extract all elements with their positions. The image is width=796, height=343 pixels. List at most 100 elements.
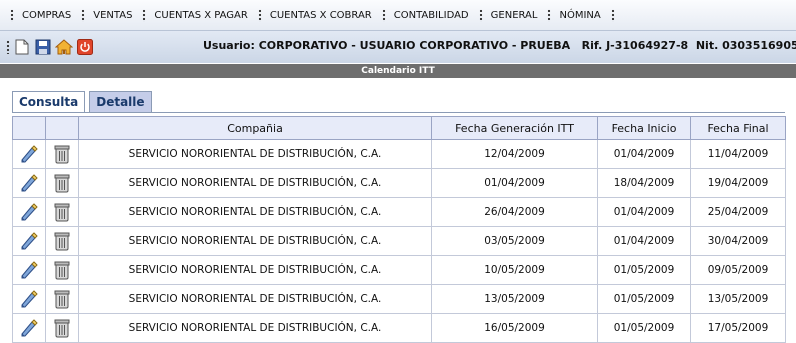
edit-cell[interactable] <box>12 226 46 256</box>
menu-separator <box>10 8 14 22</box>
menu-separator <box>478 8 483 22</box>
edit-pencil-icon[interactable] <box>13 232 45 250</box>
toolbar-grip <box>6 40 10 54</box>
cell-company: SERVICIO NORORIENTAL DE DISTRIBUCIÓN, C.… <box>78 255 432 285</box>
delete-cell[interactable] <box>45 139 79 169</box>
menu-general[interactable]: GENERAL <box>491 10 538 21</box>
delete-cell[interactable] <box>45 284 79 314</box>
menu-separator <box>547 8 552 22</box>
new-document-icon[interactable] <box>13 38 31 56</box>
edit-pencil-icon[interactable] <box>13 261 45 279</box>
user-info: Usuario: CORPORATIVO - USUARIO CORPORATI… <box>203 39 796 52</box>
trash-icon[interactable] <box>46 202 78 222</box>
cell-fecha-final: 09/05/2009 <box>690 255 786 285</box>
edit-pencil-icon[interactable] <box>13 290 45 308</box>
cell-fecha-inicio: 01/05/2009 <box>597 284 691 314</box>
page-title: Calendario ITT <box>0 64 796 78</box>
header-fecha-final[interactable]: Fecha Final <box>690 116 786 140</box>
menu-cuentas-x-pagar[interactable]: CUENTAS X PAGAR <box>154 10 247 21</box>
cell-company: SERVICIO NORORIENTAL DE DISTRIBUCIÓN, C.… <box>78 313 432 343</box>
cell-fecha-generacion: 10/05/2009 <box>431 255 598 285</box>
header-delete <box>45 116 79 140</box>
header-edit <box>12 116 46 140</box>
cell-fecha-generacion: 03/05/2009 <box>431 226 598 256</box>
cell-fecha-inicio: 18/04/2009 <box>597 168 691 198</box>
menu-separator <box>81 8 86 22</box>
menu-nomina[interactable]: NÓMINA <box>559 10 600 21</box>
table-row[interactable]: SERVICIO NORORIENTAL DE DISTRIBUCIÓN, C.… <box>12 139 786 169</box>
trash-icon[interactable] <box>46 289 78 309</box>
cell-fecha-generacion: 13/05/2009 <box>431 284 598 314</box>
menu-ventas[interactable]: VENTAS <box>93 10 132 21</box>
trash-icon[interactable] <box>46 260 78 280</box>
edit-pencil-icon[interactable] <box>13 174 45 192</box>
save-icon[interactable] <box>34 38 52 56</box>
cell-fecha-generacion: 16/05/2009 <box>431 313 598 343</box>
edit-cell[interactable] <box>12 313 46 343</box>
cell-company: SERVICIO NORORIENTAL DE DISTRIBUCIÓN, C.… <box>78 197 432 227</box>
cell-company: SERVICIO NORORIENTAL DE DISTRIBUCIÓN, C.… <box>78 139 432 169</box>
cell-fecha-final: 25/04/2009 <box>690 197 786 227</box>
cell-fecha-final: 30/04/2009 <box>690 226 786 256</box>
edit-pencil-icon[interactable] <box>13 203 45 221</box>
tab-strip: Consulta Detalle <box>12 91 152 113</box>
menu-separator <box>257 8 262 22</box>
table-row[interactable]: SERVICIO NORORIENTAL DE DISTRIBUCIÓN, C.… <box>12 255 786 285</box>
menu-separator <box>610 8 615 22</box>
tab-consulta[interactable]: Consulta <box>12 91 86 113</box>
cell-fecha-inicio: 01/04/2009 <box>597 197 691 227</box>
home-icon[interactable] <box>55 38 73 56</box>
edit-cell[interactable] <box>12 139 46 169</box>
edit-cell[interactable] <box>12 197 46 227</box>
table-row[interactable]: SERVICIO NORORIENTAL DE DISTRIBUCIÓN, C.… <box>12 168 786 198</box>
cell-company: SERVICIO NORORIENTAL DE DISTRIBUCIÓN, C.… <box>78 226 432 256</box>
delete-cell[interactable] <box>45 226 79 256</box>
delete-cell[interactable] <box>45 313 79 343</box>
cell-fecha-inicio: 01/04/2009 <box>597 139 691 169</box>
power-icon[interactable] <box>76 38 94 56</box>
delete-cell[interactable] <box>45 197 79 227</box>
cell-company: SERVICIO NORORIENTAL DE DISTRIBUCIÓN, C.… <box>78 168 432 198</box>
cell-fecha-final: 13/05/2009 <box>690 284 786 314</box>
menu-separator <box>381 8 386 22</box>
edit-pencil-icon[interactable] <box>13 145 45 163</box>
table-row[interactable]: SERVICIO NORORIENTAL DE DISTRIBUCIÓN, C.… <box>12 197 786 227</box>
header-fecha-inicio[interactable]: Fecha Inicio <box>597 116 691 140</box>
menu-cuentas-x-cobrar[interactable]: CUENTAS X COBRAR <box>270 10 372 21</box>
cell-fecha-inicio: 01/04/2009 <box>597 226 691 256</box>
edit-cell[interactable] <box>12 284 46 314</box>
edit-cell[interactable] <box>12 168 46 198</box>
table-row[interactable]: SERVICIO NORORIENTAL DE DISTRIBUCIÓN, C.… <box>12 313 786 343</box>
cell-fecha-inicio: 01/05/2009 <box>597 313 691 343</box>
table-body: SERVICIO NORORIENTAL DE DISTRIBUCIÓN, C.… <box>12 139 786 343</box>
cell-fecha-final: 11/04/2009 <box>690 139 786 169</box>
menu-compras[interactable]: COMPRAS <box>22 10 71 21</box>
cell-fecha-final: 19/04/2009 <box>690 168 786 198</box>
tab-divider <box>12 112 785 113</box>
header-compania[interactable]: Compañia <box>78 116 432 140</box>
cell-fecha-final: 17/05/2009 <box>690 313 786 343</box>
itt-calendar-table: Compañia Fecha Generación ITT Fecha Inic… <box>12 116 786 343</box>
edit-cell[interactable] <box>12 255 46 285</box>
header-fecha-generacion[interactable]: Fecha Generación ITT <box>431 116 598 140</box>
cell-fecha-generacion: 26/04/2009 <box>431 197 598 227</box>
cell-fecha-generacion: 01/04/2009 <box>431 168 598 198</box>
toolbar: Usuario: CORPORATIVO - USUARIO CORPORATI… <box>0 31 796 63</box>
trash-icon[interactable] <box>46 144 78 164</box>
tab-detalle[interactable]: Detalle <box>89 91 152 112</box>
menu-contabilidad[interactable]: CONTABILIDAD <box>394 10 469 21</box>
cell-fecha-inicio: 01/05/2009 <box>597 255 691 285</box>
delete-cell[interactable] <box>45 255 79 285</box>
table-row[interactable]: SERVICIO NORORIENTAL DE DISTRIBUCIÓN, C.… <box>12 226 786 256</box>
main-menu-bar: COMPRAS VENTAS CUENTAS X PAGAR CUENTAS X… <box>0 0 796 31</box>
trash-icon[interactable] <box>46 173 78 193</box>
trash-icon[interactable] <box>46 231 78 251</box>
edit-pencil-icon[interactable] <box>13 319 45 337</box>
menu-separator <box>142 8 147 22</box>
table-row[interactable]: SERVICIO NORORIENTAL DE DISTRIBUCIÓN, C.… <box>12 284 786 314</box>
cell-fecha-generacion: 12/04/2009 <box>431 139 598 169</box>
trash-icon[interactable] <box>46 318 78 338</box>
table-header-row: Compañia Fecha Generación ITT Fecha Inic… <box>12 116 786 140</box>
cell-company: SERVICIO NORORIENTAL DE DISTRIBUCIÓN, C.… <box>78 284 432 314</box>
delete-cell[interactable] <box>45 168 79 198</box>
